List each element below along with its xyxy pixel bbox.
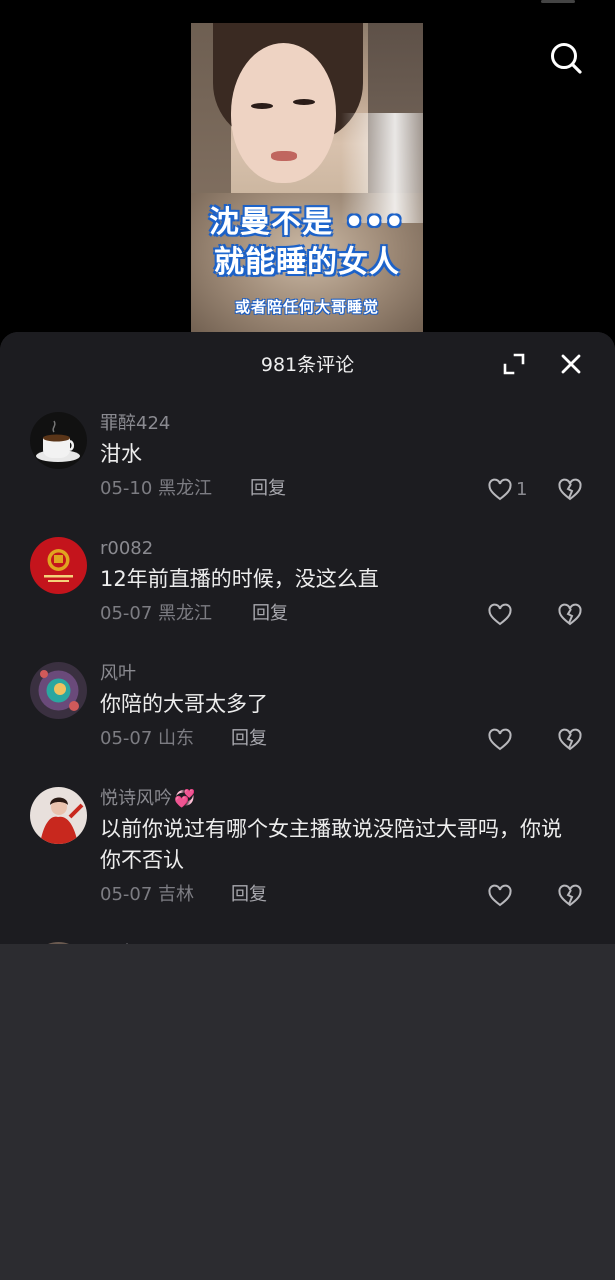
comment-location: 黑龙江: [158, 603, 213, 624]
comment-username[interactable]: 风叶: [100, 662, 136, 686]
comment-date: 05-07: [100, 603, 153, 624]
close-icon: [561, 354, 581, 374]
caption-line-2: 就能睡的女人: [214, 245, 400, 280]
expand-button[interactable]: [501, 351, 527, 377]
comment-text: 泔水: [100, 442, 142, 466]
comment-date: 05-07: [100, 728, 153, 749]
heart-icon: [488, 884, 512, 907]
caption-line-1: 沈曼不是 •••: [209, 205, 405, 240]
close-button[interactable]: [558, 351, 584, 377]
like-button[interactable]: [487, 602, 513, 628]
comment-date: 05-07: [100, 884, 153, 905]
comment-text: 以前你说过有哪个女主播敢说没陪过大哥吗，你说你不否认: [100, 817, 562, 872]
comment-meta: 05-10 黑龙江: [100, 477, 212, 501]
comment-item[interactable]: 悦诗风吟 💞 以前你说过有哪个女主播敢说没陪过大哥吗，你说你不否认 05-07 吉…: [0, 777, 615, 917]
expand-icon: [503, 353, 525, 375]
comments-panel: 981条评论 罪醉424 泔水 05-10 黑龙江 回复 1 r0082 12年…: [0, 332, 615, 1280]
reply-button[interactable]: 回复: [250, 477, 286, 501]
avatar-art-image: [30, 662, 87, 719]
comment-item[interactable]: 王大: [0, 932, 615, 944]
comment-username-text: 悦诗风吟: [100, 788, 172, 809]
caption-line-3: 或者陪任何大哥睡觉: [234, 298, 379, 316]
thumb-eye-right: [293, 99, 315, 105]
status-indicator: [541, 0, 575, 3]
comment-username[interactable]: 王大: [100, 942, 136, 944]
heart-icon: [488, 603, 512, 626]
comment-item[interactable]: 罪醉424 泔水 05-10 黑龙江 回复 1: [0, 402, 615, 512]
reply-button[interactable]: 回复: [252, 602, 288, 626]
avatar[interactable]: [30, 412, 87, 469]
comment-meta: 05-07 山东: [100, 727, 194, 751]
comment-location: 吉林: [158, 884, 195, 905]
thumb-face: [231, 43, 336, 183]
comment-location: 黑龙江: [158, 478, 213, 499]
heart-icon: [488, 728, 512, 751]
avatar-photo-image: [30, 787, 87, 844]
avatar[interactable]: [30, 662, 87, 719]
comment-item[interactable]: 风叶 你陪的大哥太多了 05-07 山东 回复: [0, 652, 615, 762]
comment-username[interactable]: r0082: [100, 537, 153, 561]
comment-meta: 05-07 黑龙江: [100, 602, 212, 626]
video-player[interactable]: 沈曼不是 ••• 就能睡的女人 或者陪任何大哥睡觉: [0, 0, 615, 340]
comment-text: 12年前直播的时候，没这么直: [100, 567, 379, 591]
broken-heart-icon: [558, 478, 582, 501]
comment-username[interactable]: 悦诗风吟 💞: [100, 787, 195, 811]
avatar[interactable]: [30, 942, 87, 944]
like-button[interactable]: [487, 883, 513, 909]
dislike-button[interactable]: [557, 477, 583, 503]
avatar[interactable]: [30, 537, 87, 594]
comment-text: 你陪的大哥太多了: [100, 692, 268, 716]
comment-location: 山东: [158, 728, 195, 749]
broken-heart-icon: [558, 728, 582, 751]
like-button[interactable]: 1: [487, 477, 532, 503]
comment-date: 05-10: [100, 478, 153, 499]
search-button[interactable]: [546, 38, 586, 78]
thumb-lips: [271, 151, 297, 161]
like-button[interactable]: [487, 727, 513, 753]
heart-icon: [488, 478, 512, 501]
avatar-emblem-image: [30, 537, 87, 594]
comment-username[interactable]: 罪醉424: [100, 412, 170, 436]
broken-heart-icon: [558, 884, 582, 907]
comment-item[interactable]: r0082 12年前直播的时候，没这么直 05-07 黑龙江 回复: [0, 527, 615, 637]
search-icon: [551, 43, 582, 74]
heart-emoji: 💞: [174, 789, 196, 809]
avatar[interactable]: [30, 787, 87, 844]
dislike-button[interactable]: [557, 727, 583, 753]
broken-heart-icon: [558, 603, 582, 626]
video-thumbnail[interactable]: 沈曼不是 ••• 就能睡的女人 或者陪任何大哥睡觉: [191, 23, 423, 340]
dislike-button[interactable]: [557, 883, 583, 909]
thumb-eye-left: [251, 103, 273, 109]
video-caption: 沈曼不是 ••• 就能睡的女人 或者陪任何大哥睡觉: [191, 203, 423, 317]
reply-button[interactable]: 回复: [231, 727, 267, 751]
like-count: 1: [516, 479, 528, 500]
app-screen: 沈曼不是 ••• 就能睡的女人 或者陪任何大哥睡觉 981条评论 罪醉424 泔…: [0, 0, 615, 1280]
dislike-button[interactable]: [557, 602, 583, 628]
comment-meta: 05-07 吉林: [100, 883, 194, 907]
avatar-coffee-image: [30, 412, 87, 469]
reply-button[interactable]: 回复: [231, 883, 267, 907]
comments-list[interactable]: 981条评论 罪醉424 泔水 05-10 黑龙江 回复 1 r0082 12年…: [0, 332, 615, 944]
